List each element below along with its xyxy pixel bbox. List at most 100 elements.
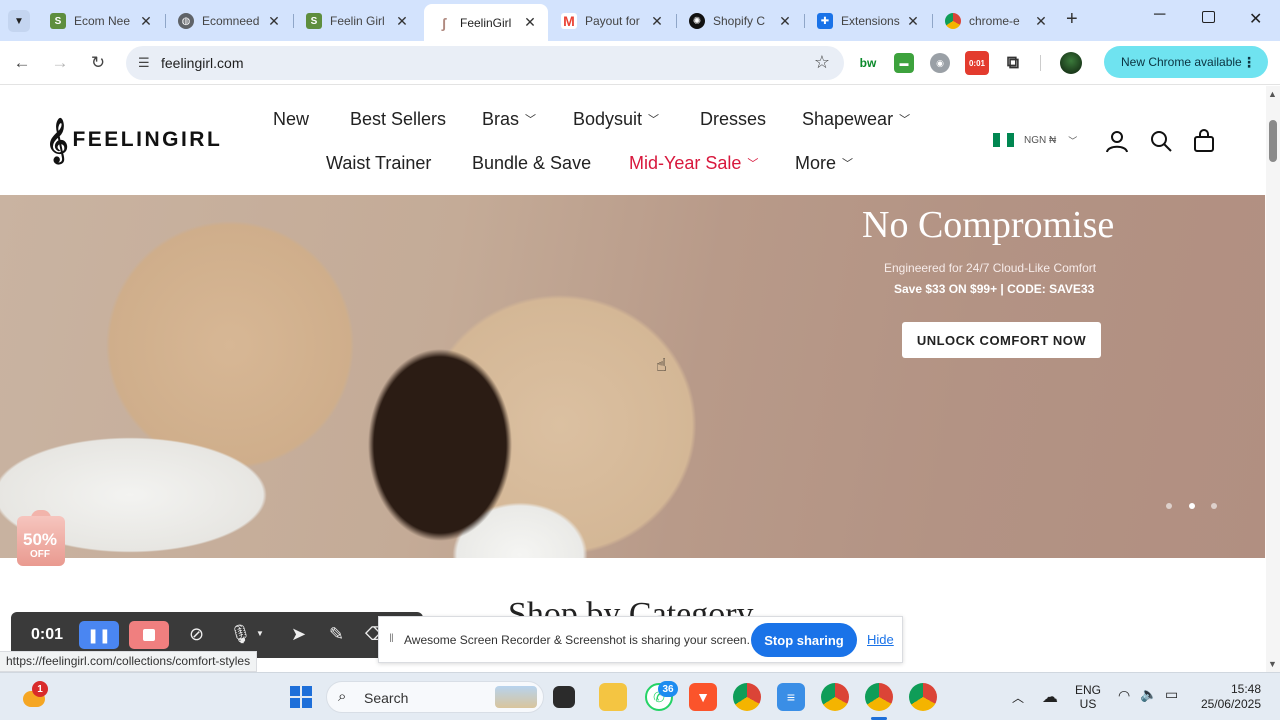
start-windows-icon[interactable] <box>287 683 315 711</box>
feelingirl-icon: ʃ <box>436 14 452 31</box>
onedrive-icon[interactable]: ☁ <box>1042 687 1058 707</box>
language-indicator[interactable]: ENG US <box>1075 683 1101 711</box>
clock-date: 25/06/2025 <box>1200 697 1261 711</box>
brave-browser-icon[interactable]: ▼ <box>689 683 717 711</box>
stop-recording-button[interactable] <box>129 621 169 649</box>
profile-avatar[interactable] <box>1060 52 1082 74</box>
nav-bodysuit[interactable]: Bodysuit ﹀ <box>573 109 659 130</box>
region-label: US <box>1079 697 1097 711</box>
close-tab-icon[interactable]: ✕ <box>266 13 282 30</box>
url-text[interactable]: feelingirl.com <box>161 55 243 71</box>
pause-recording-button[interactable]: ❚❚ <box>79 621 119 649</box>
address-bar[interactable]: ☰ feelingirl.com ☆ <box>126 46 844 80</box>
scrollbar-thumb[interactable] <box>1269 120 1277 162</box>
camera-off-icon[interactable]: ⊘ <box>189 624 204 645</box>
weather-notification-badge: 1 <box>32 681 48 697</box>
extensions-puzzle-icon[interactable]: ⧉ <box>1003 53 1023 73</box>
tab-chrome-extension[interactable]: chrome-e ✕ <box>933 6 1059 36</box>
gmail-icon: M <box>561 13 577 29</box>
new-chrome-available-button[interactable]: New Chrome available ⋮ <box>1104 46 1268 78</box>
nav-mid-year-sale[interactable]: Mid-Year Sale ﹀ <box>629 153 758 174</box>
pen-tool-icon[interactable]: ✎ <box>329 624 344 645</box>
forward-button[interactable]: → <box>48 51 72 75</box>
task-view-icon[interactable] <box>553 686 575 708</box>
nav-label: More <box>795 153 837 173</box>
file-explorer-icon[interactable] <box>599 683 627 711</box>
tab-title: Extensions <box>841 14 900 28</box>
extension-glasses-icon[interactable]: ▬ <box>894 53 914 73</box>
hero-title: No Compromise <box>862 204 1115 246</box>
chrome-profile-1-icon[interactable] <box>733 683 761 711</box>
close-window-button[interactable]: ✕ <box>1249 9 1262 29</box>
close-tab-icon[interactable]: ✕ <box>394 13 410 30</box>
hero-offer: Save $33 ON $99+ | CODE: SAVE33 <box>894 282 1095 296</box>
close-tab-icon[interactable]: ✕ <box>905 13 921 30</box>
battery-icon[interactable]: ▭ <box>1165 686 1178 703</box>
chevron-down-icon[interactable]: ▼ <box>256 629 264 638</box>
chrome-profile-4-icon[interactable] <box>909 683 937 711</box>
notepad-icon[interactable]: ≡ <box>777 683 805 711</box>
slide-dot-1[interactable] <box>1166 503 1172 509</box>
stop-sharing-button[interactable]: Stop sharing <box>751 623 857 657</box>
tab-ecomneed[interactable]: ◍ Ecomneed ✕ <box>166 6 292 36</box>
tray-overflow-chevron-icon[interactable]: ︿ <box>1012 689 1024 706</box>
mic-off-icon[interactable]: 🎙 <box>229 624 252 645</box>
reload-button[interactable]: ↻ <box>86 51 110 75</box>
bookmark-star-icon[interactable]: ☆ <box>814 52 830 73</box>
extension-bw-icon[interactable]: bw <box>858 53 878 73</box>
tab-shopify-c[interactable]: ✺ Shopify C ✕ <box>677 6 803 36</box>
close-tab-icon[interactable]: ✕ <box>649 13 665 30</box>
wifi-icon[interactable]: ◠ <box>1118 687 1130 704</box>
close-tab-icon[interactable]: ✕ <box>522 14 538 31</box>
chrome-profile-2-icon[interactable] <box>821 683 849 711</box>
currency-selector[interactable]: NGN ₦ ﹀ <box>993 133 1077 147</box>
scroll-up-icon[interactable]: ▲ <box>1268 89 1277 99</box>
nav-new[interactable]: New <box>273 109 309 130</box>
browser-toolbar: ← → ↻ ☰ feelingirl.com ☆ bw ▬ ◉ 0:01 ⧉ N… <box>0 41 1280 85</box>
tab-extensions[interactable]: ✚ Extensions ✕ <box>805 6 931 36</box>
nav-dresses[interactable]: Dresses <box>700 109 766 130</box>
volume-icon[interactable]: 🔈 <box>1140 686 1157 703</box>
back-button[interactable]: ← <box>10 51 34 75</box>
tab-search-button[interactable]: ▼ <box>8 10 30 32</box>
more-menu-icon[interactable]: ⋮ <box>1242 54 1256 71</box>
tab-title: Payout for <box>585 14 640 28</box>
scroll-down-icon[interactable]: ▼ <box>1268 659 1277 669</box>
tab-feelingirl-active[interactable]: ʃ FeelinGirl ✕ <box>424 4 548 41</box>
unlock-comfort-button[interactable]: UNLOCK COMFORT NOW <box>902 322 1101 358</box>
nav-bras[interactable]: Bras ﹀ <box>482 109 536 130</box>
nav-more[interactable]: More ﹀ <box>795 153 853 174</box>
hero-banner[interactable]: No Compromise Engineered for 24/7 Cloud-… <box>0 195 1265 558</box>
extension-recorder-icon[interactable]: 0:01 <box>965 51 989 75</box>
site-info-icon[interactable]: ☰ <box>138 55 150 71</box>
drag-handle-icon[interactable]: ‖ <box>389 631 394 645</box>
extension-camera-icon[interactable]: ◉ <box>930 53 950 73</box>
cart-bag-icon[interactable] <box>1191 128 1217 154</box>
search-icon[interactable] <box>1148 128 1174 154</box>
pointer-tool-icon[interactable]: ➤ <box>291 624 306 645</box>
close-tab-icon[interactable]: ✕ <box>777 13 793 30</box>
tab-payout[interactable]: M Payout for ✕ <box>549 6 675 36</box>
nav-bundle-save[interactable]: Bundle & Save <box>472 153 591 174</box>
new-tab-button[interactable]: + <box>1066 9 1086 31</box>
close-tab-icon[interactable]: ✕ <box>1033 13 1049 30</box>
minimize-button[interactable]: ─ <box>1154 6 1174 24</box>
chevron-down-icon: ﹀ <box>842 158 854 170</box>
slide-dot-2[interactable] <box>1189 503 1195 509</box>
taskbar-search-box[interactable]: ⌕ Search <box>326 681 544 713</box>
hide-sharing-bar-link[interactable]: Hide <box>867 632 894 647</box>
slide-dot-3[interactable] <box>1211 503 1217 509</box>
tab-ecom-need[interactable]: S Ecom Nee ✕ <box>38 6 164 36</box>
clock[interactable]: 15:48 25/06/2025 <box>1199 682 1261 712</box>
account-icon[interactable] <box>1104 128 1130 154</box>
close-tab-icon[interactable]: ✕ <box>138 13 154 30</box>
tab-feelin-girl[interactable]: S Feelin Girl ✕ <box>294 6 420 36</box>
chrome-profile-3-icon[interactable] <box>865 683 893 711</box>
restore-button[interactable] <box>1202 11 1215 23</box>
page-scrollbar[interactable]: ▲ ▼ <box>1266 86 1280 672</box>
discount-gift-badge[interactable]: 50% OFF <box>13 510 67 568</box>
nav-shapewear[interactable]: Shapewear ﹀ <box>802 109 910 130</box>
feelingirl-logo[interactable]: 𝄞 FEELINGIRL <box>46 120 222 160</box>
nav-best-sellers[interactable]: Best Sellers <box>350 109 446 130</box>
nav-waist-trainer[interactable]: Waist Trainer <box>326 153 431 174</box>
